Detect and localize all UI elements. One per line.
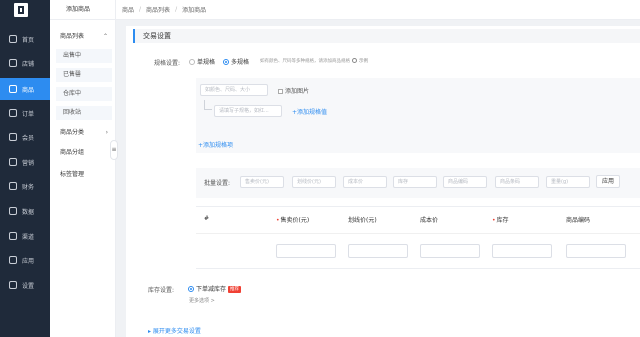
section-title: 交易设置 xyxy=(133,29,640,43)
nav-item-marketing[interactable]: 营销 xyxy=(0,151,50,173)
radio-checked-icon xyxy=(188,286,194,292)
nav-item-apps[interactable]: 应用 xyxy=(0,249,50,271)
subnav-title: 添加商品 xyxy=(50,0,116,20)
nav-item-member[interactable]: 会员 xyxy=(0,126,50,148)
marketing-icon xyxy=(9,158,17,166)
subnav-item-warehouse[interactable]: 仓库中 xyxy=(56,87,112,101)
checkbox-icon xyxy=(278,89,283,94)
subnav-item-recycle[interactable]: 回收站 xyxy=(56,106,112,120)
subnav-item-sold-out[interactable]: 已售罄 xyxy=(56,68,112,82)
batch-weight-input[interactable]: 重量(g) xyxy=(546,176,590,188)
batch-settings: 批量设置: 售卖价(元) 划线价(元) 成本价 库存 商品编码 商品条码 重量(… xyxy=(196,168,640,198)
info-icon xyxy=(352,58,357,63)
batch-cost-input[interactable]: 成本价 xyxy=(343,176,387,188)
row-price-input[interactable] xyxy=(276,244,336,258)
row-sku-code-input[interactable] xyxy=(566,244,626,258)
breadcrumb-separator: / xyxy=(175,6,178,13)
subnav-group-goods-list[interactable]: 商品列表 ⌃ xyxy=(56,30,116,44)
home-icon xyxy=(9,35,17,43)
chevron-up-icon: ⌃ xyxy=(102,33,108,40)
batch-barcode-input[interactable]: 商品条码 xyxy=(495,176,539,188)
spec-example-link[interactable]: 示例 xyxy=(352,58,368,64)
stock-label: 库存设置: xyxy=(148,287,175,294)
settings-icon xyxy=(9,281,17,289)
recommend-badge: 推荐 xyxy=(228,286,242,293)
order-icon xyxy=(9,109,17,117)
collapse-handle-icon[interactable]: ≡ xyxy=(110,140,118,160)
sub-nav: 添加商品 商品列表 ⌃ 出售中 已售罄 仓库中 回收站 商品分类 › 商品分组 … xyxy=(50,0,116,337)
batch-label: 批量设置: xyxy=(204,180,231,187)
nav-item-settings[interactable]: 设置 xyxy=(0,274,50,296)
logo-icon[interactable] xyxy=(14,3,28,17)
goods-icon xyxy=(9,85,17,93)
subnav-group-tags[interactable]: 标签管理 xyxy=(56,168,116,182)
nav-item-order[interactable]: 订单 xyxy=(0,102,50,124)
batch-stock-input[interactable]: 库存 xyxy=(393,176,437,188)
row-cost-input[interactable] xyxy=(420,244,480,258)
breadcrumb-item[interactable]: 商品 xyxy=(122,5,134,14)
spec-name-input[interactable]: 如颜色、尺码、大小 xyxy=(200,84,268,96)
subnav-group-grouping[interactable]: 商品分组 xyxy=(56,146,116,160)
batch-sku-code-input[interactable]: 商品编码 xyxy=(443,176,487,188)
channel-icon xyxy=(9,232,17,240)
spec-hint: 如有颜色、尺码等多种规格，请添加商品规格 xyxy=(260,59,350,64)
breadcrumb-item: 添加商品 xyxy=(182,7,207,14)
apps-icon xyxy=(9,256,17,264)
more-options-link[interactable]: 更多选项 > xyxy=(189,297,215,304)
subnav-group-category[interactable]: 商品分类 › xyxy=(56,126,116,140)
row-stock-input[interactable] xyxy=(492,244,552,258)
add-image-checkbox[interactable]: 添加图片 xyxy=(278,86,309,95)
table-header: 划线价(元) xyxy=(348,217,377,224)
tree-connector xyxy=(204,100,212,110)
spec-value-input[interactable]: 请填写子规格，如红... xyxy=(214,105,282,117)
finance-icon xyxy=(9,182,17,190)
member-icon xyxy=(9,133,17,141)
nav-item-shop[interactable]: 店铺 xyxy=(0,52,50,74)
breadcrumb: 商品 / 商品列表 / 添加商品 xyxy=(116,0,640,20)
breadcrumb-separator: / xyxy=(139,6,142,13)
trade-settings-card: 交易设置 规格设置: 单规格 多规格 如有颜色、尺码等多种规格，请添加商品规格 … xyxy=(126,26,640,337)
radio-icon xyxy=(189,59,195,65)
chevron-right-icon: › xyxy=(105,129,108,136)
add-spec-value-link[interactable]: +添加规格值 xyxy=(292,107,327,116)
nav-item-channel[interactable]: 渠道 xyxy=(0,225,50,247)
nav-item-home[interactable]: 首页 xyxy=(0,28,50,50)
table-row xyxy=(196,233,640,269)
row-list-price-input[interactable] xyxy=(348,244,408,258)
table-header: 成本价 xyxy=(420,217,439,224)
nav-item-finance[interactable]: 财务 xyxy=(0,175,50,197)
spec-single-radio[interactable]: 单规格 xyxy=(189,57,215,66)
table-header: •售卖价(元) xyxy=(276,217,310,224)
add-spec-item-link[interactable]: +添加规格项 xyxy=(198,140,233,149)
batch-price-input[interactable]: 售卖价(元) xyxy=(240,176,284,188)
radio-checked-icon xyxy=(223,59,229,65)
shop-icon xyxy=(9,59,17,67)
nav-item-goods[interactable]: 商品 xyxy=(0,78,50,100)
spec-label: 规格设置: xyxy=(154,60,181,67)
expand-more-link[interactable]: ▸ 展开更多交易设置 xyxy=(148,326,201,335)
table-header: # xyxy=(204,215,210,222)
batch-list-price-input[interactable]: 划线价(元) xyxy=(292,176,336,188)
sku-table: # •售卖价(元) 划线价(元) 成本价 •库存 商品编码 xyxy=(196,206,640,269)
table-header: 商品编码 xyxy=(566,217,591,224)
spec-multi-radio[interactable]: 多规格 xyxy=(223,57,249,66)
spec-editor: 如颜色、尺码、大小 添加图片 请填写子规格，如红... +添加规格值 xyxy=(196,78,640,153)
nav-item-data[interactable]: 数据 xyxy=(0,200,50,222)
data-icon xyxy=(9,207,17,215)
subnav-item-on-sale[interactable]: 出售中 xyxy=(56,49,112,63)
batch-apply-button[interactable]: 应用 xyxy=(596,175,620,188)
table-header: •库存 xyxy=(492,217,509,224)
breadcrumb-item[interactable]: 商品列表 xyxy=(146,5,170,14)
stock-option-radio[interactable]: 下单减库存 推荐 xyxy=(188,284,242,293)
main-nav: 首页 店铺 商品 订单 会员 营销 财务 数据 渠道 应用 设置 xyxy=(0,0,50,337)
